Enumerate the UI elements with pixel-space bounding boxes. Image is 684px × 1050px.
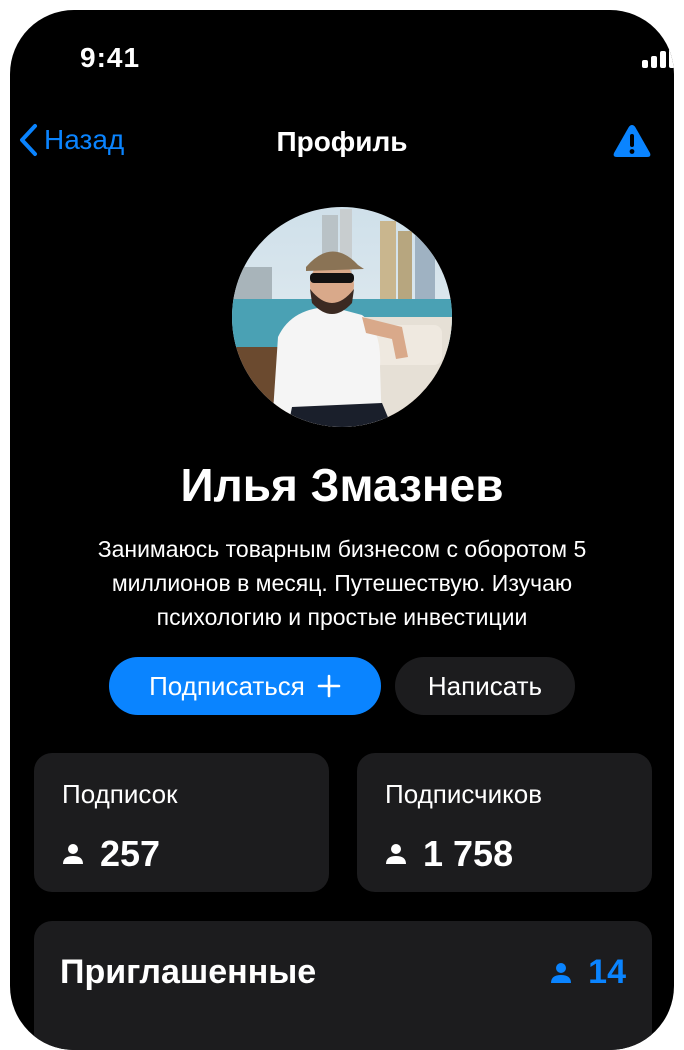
avatar-photo <box>232 207 452 427</box>
subscribers-value: 1 758 <box>423 833 514 874</box>
invited-count: 14 <box>550 953 626 992</box>
subscribe-button[interactable]: Подписаться <box>109 657 381 715</box>
status-time: 9:41 <box>80 42 141 73</box>
avatar <box>232 207 452 427</box>
person-icon <box>551 962 572 983</box>
profile-bio: Занимаюсь товарным бизнесом с оборотом 5… <box>97 536 587 630</box>
person-icon <box>386 844 406 864</box>
subscribers-count: 1 758 <box>385 833 513 875</box>
subscriptions-card[interactable]: Подписок 257 <box>34 753 329 892</box>
subscriptions-count: 257 <box>62 833 160 875</box>
invited-label: Приглашенные <box>60 953 317 991</box>
subscribe-button-label: Подписаться <box>149 670 305 701</box>
profile-name: Илья Змазнев <box>180 459 504 511</box>
write-message-button[interactable]: Написать <box>395 657 575 715</box>
subscriptions-label: Подписок <box>62 779 178 809</box>
page-title: Профиль <box>276 126 408 157</box>
phone-screen: 9:41 67 Назад Профиль <box>10 10 674 1050</box>
subscriptions-value: 257 <box>100 833 161 874</box>
warning-icon[interactable] <box>612 123 652 159</box>
cellular-signal-icon <box>642 46 674 68</box>
subscribers-card[interactable]: Подписчиков 1 758 <box>357 753 652 892</box>
invited-value: 14 <box>588 953 626 991</box>
subscribers-label: Подписчиков <box>385 779 543 809</box>
plus-icon <box>317 674 341 698</box>
write-button-label: Написать <box>427 670 543 701</box>
invited-card[interactable]: Приглашенные 14 <box>34 921 652 1050</box>
person-icon <box>63 844 83 864</box>
